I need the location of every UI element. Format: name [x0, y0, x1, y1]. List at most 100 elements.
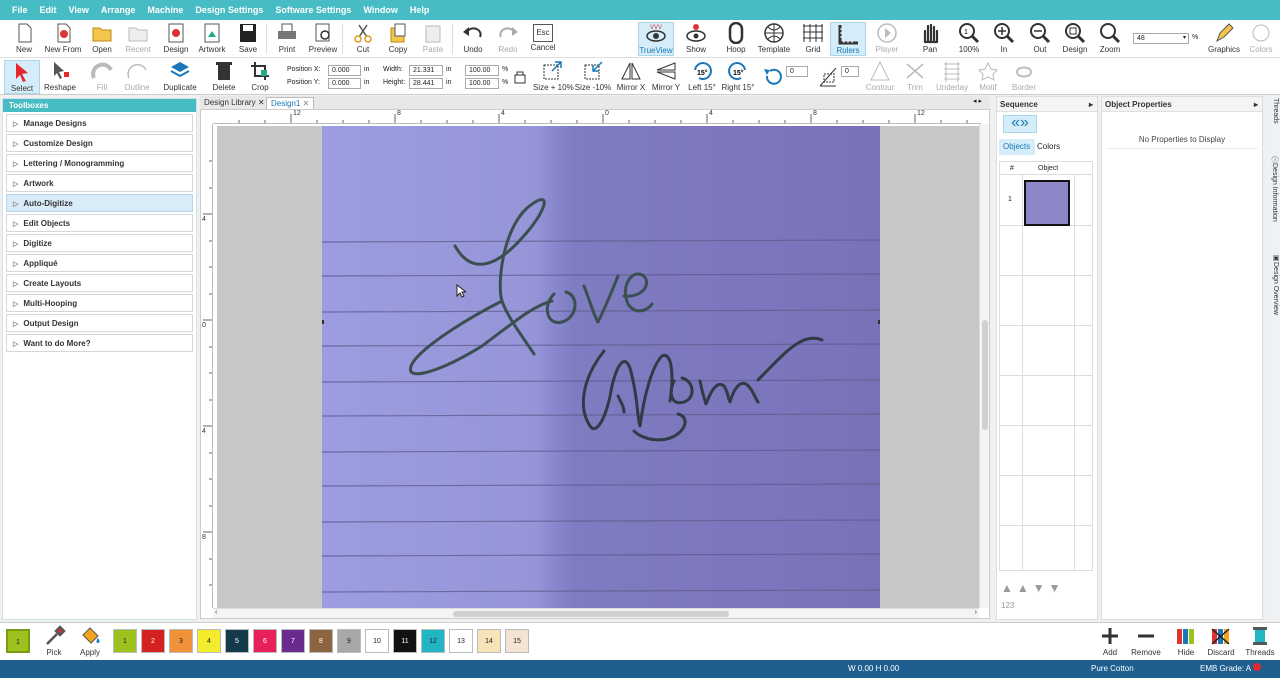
grid-button[interactable]: Grid [795, 22, 831, 56]
delete-button[interactable]: Delete [206, 60, 242, 94]
height-input[interactable]: 28.441 [409, 78, 443, 89]
thread-swatch-7[interactable]: 7 [281, 629, 305, 653]
threads-button[interactable]: Threads [1242, 625, 1278, 659]
graphics-button[interactable]: Graphics [1206, 22, 1242, 56]
template-button[interactable]: Template [756, 22, 792, 56]
contour-button[interactable]: Contour [862, 60, 898, 94]
scroll-left-icon[interactable]: ‹ [215, 609, 217, 616]
close-icon[interactable]: ✕ [303, 99, 310, 108]
table-row[interactable]: 1 [1000, 176, 1092, 226]
toolbox-auto-digitize[interactable]: ▷ Auto-Digitize [6, 194, 193, 212]
tab-objects[interactable]: Objects [999, 139, 1035, 155]
mirror-y-button[interactable]: Mirror Y [648, 60, 684, 94]
menu-view[interactable]: View [69, 5, 89, 15]
toolbox-artwork[interactable]: ▷ Artwork [6, 174, 193, 192]
hoop-button[interactable]: Hoop [718, 21, 754, 56]
rotate-right-15-button[interactable]: 15° Right 15° [720, 60, 756, 94]
scale-width-input[interactable]: 100.00 [465, 65, 499, 76]
thread-swatch-1[interactable]: 1 [113, 629, 137, 653]
rotate-left-15-button[interactable]: 15° Left 15° [684, 60, 720, 94]
cut-button[interactable]: Cut [345, 22, 381, 56]
artwork-button[interactable]: Artwork [194, 22, 230, 56]
select-button[interactable]: Select [4, 60, 40, 94]
slant-icon[interactable] [816, 64, 840, 90]
object-thumbnail[interactable] [1024, 180, 1070, 226]
show-button[interactable]: Show [678, 22, 714, 56]
copy-button[interactable]: Copy [380, 22, 416, 56]
zoom-100-button[interactable]: 1 100% [951, 22, 987, 56]
thread-swatch-4[interactable]: 4 [197, 629, 221, 653]
toolbox-multi-hooping[interactable]: ▷ Multi-Hooping [6, 294, 193, 312]
zoom-design-button[interactable]: Design [1057, 22, 1093, 56]
toolbox-edit-objects[interactable]: ▷ Edit Objects [6, 214, 193, 232]
size-plus-10-button[interactable]: Size + 10% [533, 60, 574, 94]
thread-swatch-6[interactable]: 6 [253, 629, 277, 653]
toolbox-applique[interactable]: ▷ Appliqué [6, 254, 193, 272]
tab-design-library[interactable]: Design Library ✕ [200, 97, 269, 109]
toolbox-lettering[interactable]: ▷ Lettering / Monogramming [6, 154, 193, 172]
menu-file[interactable]: File [12, 5, 28, 15]
thread-swatch-11[interactable]: 11 [393, 629, 417, 653]
menu-machine[interactable]: Machine [147, 5, 183, 15]
toolbox-digitize[interactable]: ▷ Digitize [6, 234, 193, 252]
zoom-in-button[interactable]: In [986, 22, 1022, 56]
tab-colors[interactable]: Colors [1035, 139, 1069, 155]
position-x-input[interactable]: 0.000 [328, 65, 361, 76]
trueview-button[interactable]: VVV TrueView [638, 22, 674, 56]
redo-button[interactable]: Redo [490, 22, 526, 56]
close-icon[interactable]: ✕ [258, 98, 265, 107]
zoom-button[interactable]: Zoom [1092, 22, 1128, 56]
design-button[interactable]: Design [158, 22, 194, 56]
tab-design1[interactable]: Design1 ✕ [266, 97, 315, 109]
crop-button[interactable]: Crop [242, 60, 278, 94]
rotate-free-icon[interactable] [762, 66, 784, 90]
menu-arrange[interactable]: Arrange [101, 5, 136, 15]
thread-swatch-2[interactable]: 2 [141, 629, 165, 653]
undo-button[interactable]: Undo [455, 22, 491, 56]
design-canvas[interactable]: 12 8 4 0 4 8 12 4 0 4 8 ‹ › [200, 109, 990, 619]
thread-swatch-5[interactable]: 5 [225, 629, 249, 653]
save-button[interactable]: Save [230, 22, 266, 56]
scrollbar-thumb[interactable] [453, 611, 729, 617]
tab-design-overview[interactable]: ▣Design Overview [1266, 254, 1279, 315]
position-y-input[interactable]: 0.000 [328, 78, 361, 89]
open-button[interactable]: Open [84, 22, 120, 56]
reshape-button[interactable]: Reshape [42, 60, 78, 94]
toolbox-want-more[interactable]: ▷ Want to do More? [6, 334, 193, 352]
thread-swatch-10[interactable]: 10 [365, 629, 389, 653]
menu-help[interactable]: Help [410, 5, 430, 15]
cancel-button[interactable]: Esc Cancel [525, 22, 561, 56]
remove-thread-button[interactable]: Remove [1128, 625, 1164, 659]
zoom-value-input[interactable]: 48 ▾ [1133, 33, 1189, 44]
menu-window[interactable]: Window [363, 5, 397, 15]
reorder-arrows-icon[interactable]: ▲▲▼▼ [1001, 581, 1065, 595]
tab-design-information[interactable]: ⓘDesign Information [1266, 156, 1279, 222]
new-from-button[interactable]: New From [44, 22, 82, 56]
toolbox-manage-designs[interactable]: ▷ Manage Designs [6, 114, 193, 132]
scale-height-input[interactable]: 100.00 [465, 78, 499, 89]
recent-button[interactable]: Recent [120, 22, 156, 56]
thread-swatch-12[interactable]: 12 [421, 629, 445, 653]
scrollbar-thumb[interactable] [982, 320, 988, 430]
zoom-out-button[interactable]: Out [1022, 22, 1058, 56]
toolbox-output-design[interactable]: ▷ Output Design [6, 314, 193, 332]
thread-swatch-15[interactable]: 15 [505, 629, 529, 653]
toolbox-create-layouts[interactable]: ▷ Create Layouts [6, 274, 193, 292]
print-button[interactable]: Print [269, 22, 305, 56]
scroll-right-icon[interactable]: › [975, 609, 977, 616]
pick-button[interactable]: Pick [36, 625, 72, 659]
thread-swatch-14[interactable]: 14 [477, 629, 501, 653]
player-button[interactable]: Player [869, 22, 905, 56]
underlay-button[interactable]: Underlay [934, 60, 970, 94]
outline-button[interactable]: Outline [119, 60, 155, 94]
paste-button[interactable]: Paste [415, 22, 451, 56]
size-minus-10-button[interactable]: Size -10% [574, 60, 612, 94]
sequence-nav-icon[interactable]: «» [1003, 115, 1037, 133]
preview-button[interactable]: Preview [305, 22, 341, 56]
new-button[interactable]: New [6, 22, 42, 56]
mirror-x-button[interactable]: Mirror X [613, 60, 649, 94]
add-thread-button[interactable]: Add [1092, 625, 1128, 659]
lock-proportions-icon[interactable] [513, 70, 527, 86]
trim-button[interactable]: Trim [897, 60, 933, 94]
handwriting-photo[interactable] [322, 126, 880, 608]
